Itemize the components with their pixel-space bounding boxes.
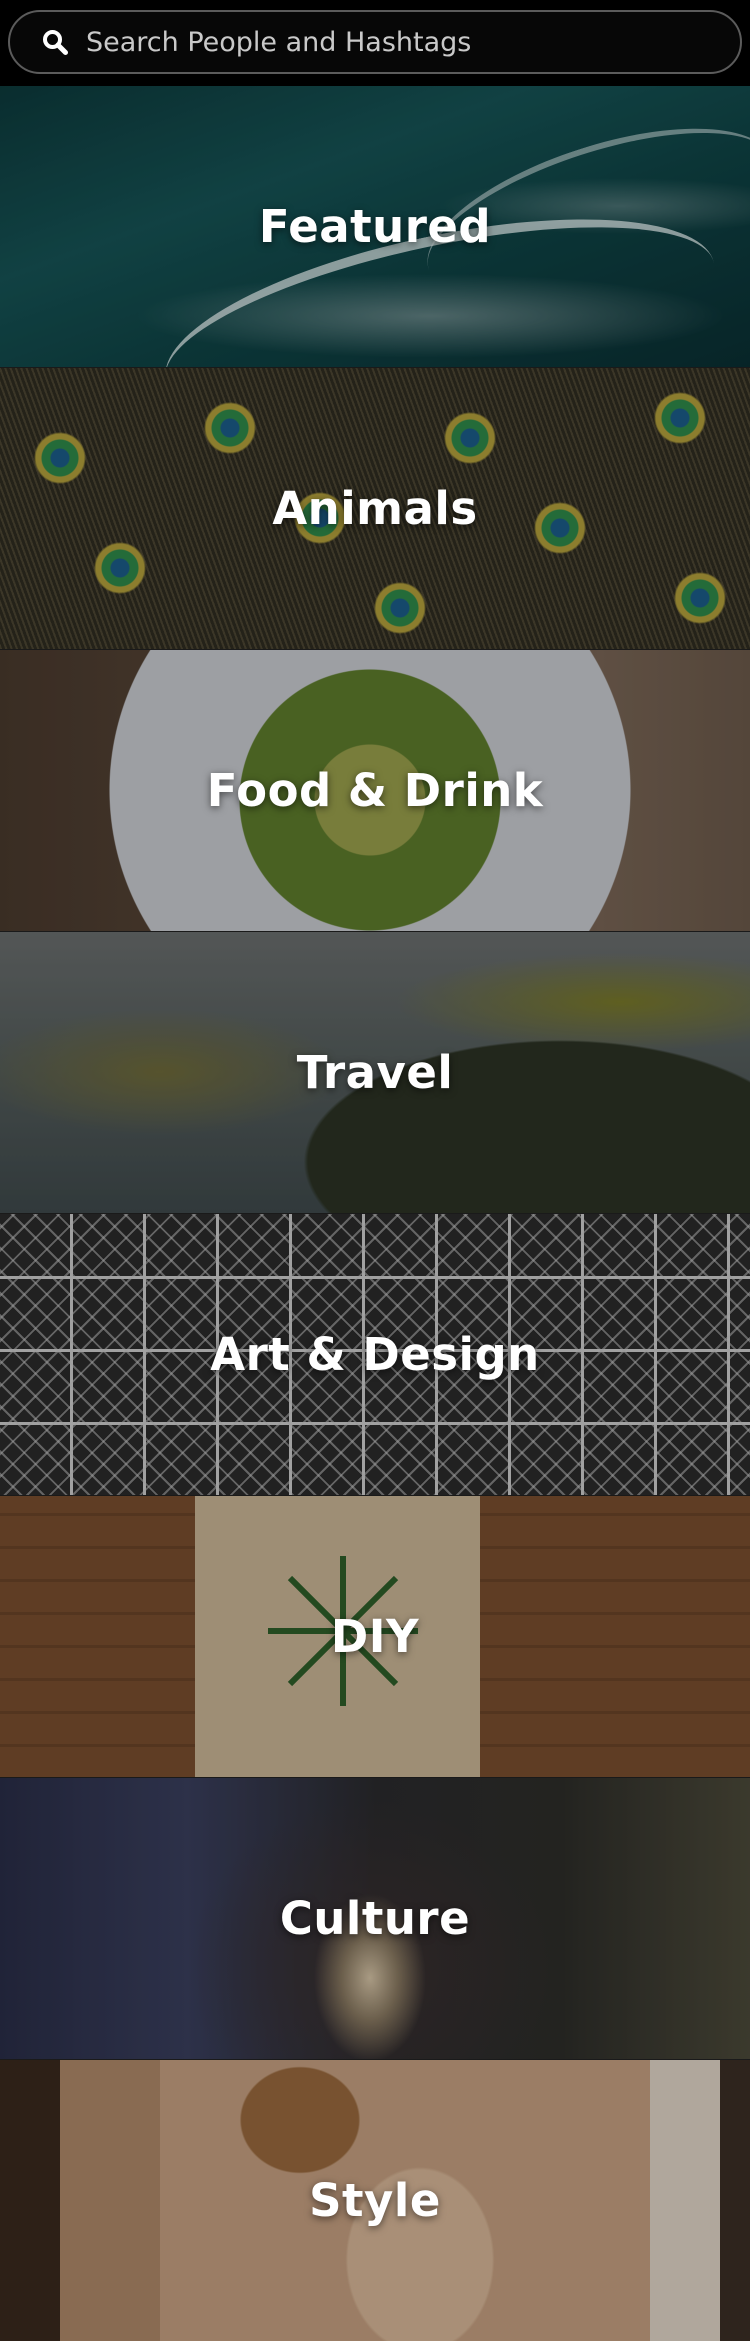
category-travel[interactable]: Travel (0, 931, 750, 1213)
search-area (0, 0, 750, 86)
category-featured[interactable]: Featured (0, 86, 750, 367)
category-label: Featured (258, 200, 492, 253)
search-icon (40, 27, 70, 57)
search-bar[interactable] (8, 10, 742, 74)
category-label: Style (309, 2174, 441, 2227)
search-input[interactable] (86, 26, 740, 58)
category-animals[interactable]: Animals (0, 367, 750, 649)
category-label: Travel (296, 1046, 454, 1099)
category-art-design[interactable]: Art & Design (0, 1213, 750, 1495)
category-label: Culture (279, 1892, 471, 1945)
category-culture[interactable]: Culture (0, 1777, 750, 2059)
category-food-drink[interactable]: Food & Drink (0, 649, 750, 931)
category-label: Art & Design (210, 1328, 540, 1381)
category-label: Animals (272, 482, 478, 535)
category-list: Featured Animals Food & Drink Travel Art… (0, 86, 750, 2341)
category-label: Food & Drink (206, 764, 544, 817)
category-diy[interactable]: DIY (0, 1495, 750, 1777)
category-label: DIY (330, 1610, 420, 1663)
category-style[interactable]: Style (0, 2059, 750, 2341)
